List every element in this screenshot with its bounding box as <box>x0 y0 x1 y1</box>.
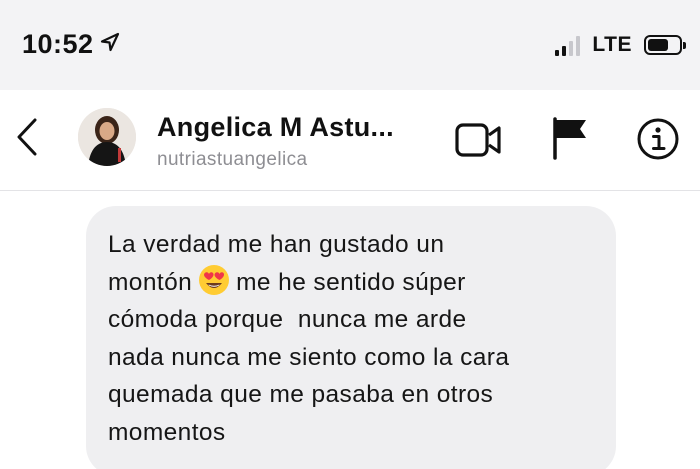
message-thread: La verdad me han gustado un montón me he… <box>0 191 700 469</box>
chat-header: Angelica M Astu... nutriastuangelica <box>0 90 700 191</box>
info-circle-icon <box>637 118 679 160</box>
heart-eyes-emoji <box>198 264 230 296</box>
chat-screen: 10:52 LTE Angelica M Astu... nutriastuan… <box>0 0 700 469</box>
status-time: 10:52 <box>22 28 120 60</box>
message-line: cómoda porque nunca me arde <box>108 306 467 333</box>
message-text: La verdad me han gustado un montón me he… <box>108 226 596 451</box>
avatar[interactable] <box>78 108 136 166</box>
battery-icon <box>644 35 686 55</box>
cellular-signal-icon <box>555 34 581 56</box>
network-type: LTE <box>592 33 632 56</box>
status-bar: 10:52 LTE <box>0 0 700 90</box>
message-line: nada nunca me siento como la cara <box>108 343 510 371</box>
chevron-left-icon <box>17 118 37 156</box>
video-call-button[interactable] <box>455 120 503 160</box>
back-button[interactable] <box>10 115 44 159</box>
message-line: me he sentido súper <box>236 268 466 296</box>
flag-icon <box>553 117 586 160</box>
contact-name[interactable]: Angelica M Astu... <box>157 112 394 143</box>
message-line: La verdad me han gustado un <box>108 231 445 258</box>
message-line: montón <box>108 268 193 296</box>
message-bubble[interactable]: La verdad me han gustado un montón me he… <box>86 206 616 469</box>
status-indicators: LTE <box>555 30 686 60</box>
video-camera-icon <box>455 123 501 157</box>
battery-level <box>648 39 668 51</box>
location-arrow-icon <box>100 28 120 59</box>
profile-photo <box>78 108 136 166</box>
contact-username: nutriastuangelica <box>157 149 308 170</box>
report-button[interactable] <box>550 116 590 160</box>
message-line: momentos <box>108 418 226 446</box>
status-time-text: 10:52 <box>22 29 94 59</box>
info-button[interactable] <box>636 117 680 161</box>
message-line: quemada que me pasaba en otros <box>108 381 494 408</box>
